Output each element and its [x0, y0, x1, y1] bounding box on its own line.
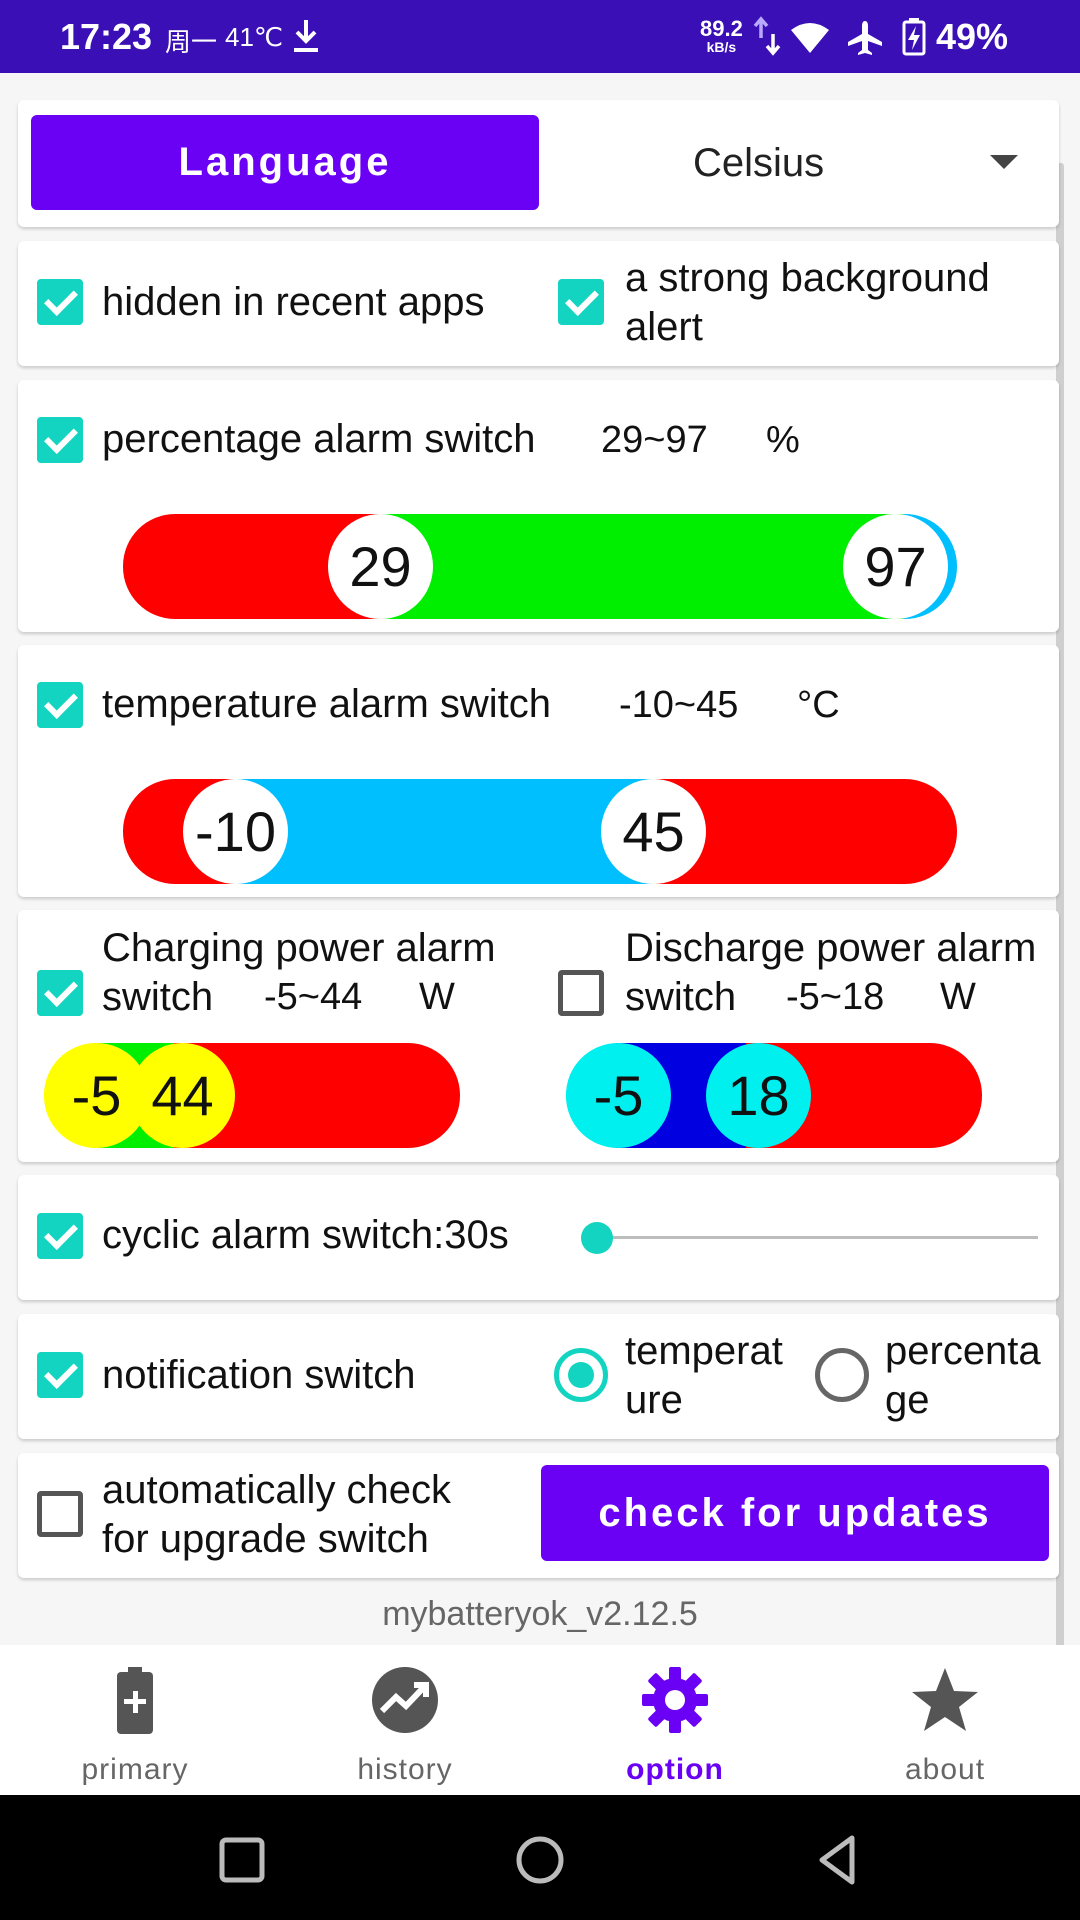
temperature-alarm-unit: °C — [797, 684, 840, 726]
recents-square-icon[interactable] — [212, 1830, 272, 1890]
charging-alarm-checkbox[interactable] — [37, 970, 83, 1016]
temperature-range-slider[interactable]: -10 45 — [123, 779, 957, 884]
gear-icon — [642, 1667, 708, 1733]
percentage-range-slider[interactable]: 29 97 — [123, 514, 957, 619]
star-icon — [912, 1668, 978, 1731]
wifi-icon — [791, 23, 829, 53]
version-label: mybatteryok_v2.12.5 — [382, 1595, 698, 1633]
charging-alarm-range: -5~44 — [264, 976, 363, 1018]
status-temperature: 41℃ — [225, 22, 284, 52]
nav-option[interactable]: option — [540, 1645, 810, 1795]
discharge-alarm-unit: W — [940, 976, 976, 1018]
chevron-down-icon — [990, 155, 1018, 169]
nav-about[interactable]: about — [810, 1645, 1080, 1795]
charging-alarm-label-line2: switch — [102, 975, 214, 1019]
discharge-high-knob[interactable]: 18 — [706, 1043, 811, 1148]
settings-content[interactable]: Language Celsius hidden in recent apps a… — [0, 73, 1080, 1703]
percentage-alarm-checkbox[interactable] — [37, 417, 83, 463]
status-bar: 17:23 周一 41℃ 89.2 kB/s 49% — [0, 0, 1080, 73]
temperature-alarm-checkbox[interactable] — [37, 682, 83, 728]
percentage-alarm-range: 29~97 — [601, 419, 708, 461]
nav-primary[interactable]: primary — [0, 1645, 270, 1795]
slider-mid-segment — [233, 779, 653, 884]
auto-check-label-line1: automatically check — [102, 1468, 452, 1512]
discharge-alarm-label-line2: switch — [625, 975, 737, 1019]
discharge-low-knob[interactable]: -5 — [566, 1043, 671, 1148]
discharge-alarm-label-line1: Discharge power alarm — [625, 926, 1037, 970]
charging-range-slider[interactable]: -5 44 — [44, 1043, 460, 1148]
language-button[interactable]: Language — [31, 115, 539, 210]
percentage-high-knob[interactable]: 97 — [843, 514, 948, 619]
percentage-alarm-label: percentage alarm switch — [102, 417, 536, 461]
auto-check-checkbox[interactable] — [37, 1491, 83, 1537]
percentage-alarm-unit: % — [766, 419, 800, 461]
charging-alarm-label-line1: Charging power alarm — [102, 926, 496, 970]
percentage-low-knob[interactable]: 29 — [328, 514, 433, 619]
discharge-alarm-checkbox[interactable] — [558, 970, 604, 1016]
cyclic-alarm-label: cyclic alarm switch:30s — [102, 1213, 509, 1257]
back-triangle-icon[interactable] — [808, 1830, 868, 1890]
nav-history[interactable]: history — [270, 1645, 540, 1795]
slider-mid-segment — [383, 514, 903, 619]
auto-check-label-line2: for upgrade switch — [102, 1517, 429, 1561]
temperature-high-knob[interactable]: 45 — [601, 779, 706, 884]
status-time: 17:23 — [60, 16, 153, 57]
cyclic-alarm-checkbox[interactable] — [37, 1213, 83, 1259]
cyclic-interval-thumb[interactable] — [581, 1222, 613, 1254]
charging-high-knob[interactable]: 44 — [130, 1043, 235, 1148]
home-circle-icon[interactable] — [510, 1830, 570, 1890]
radio-percentage-label-line1: percenta — [885, 1329, 1041, 1373]
net-speed: 89.2 kB/s — [700, 16, 743, 55]
temperature-alarm-label: temperature alarm switch — [102, 682, 552, 726]
temperature-unit-dropdown[interactable]: Celsius — [558, 115, 1048, 210]
strong-bg-alert-checkbox[interactable] — [558, 279, 604, 325]
trending-up-icon — [372, 1667, 438, 1733]
radio-temperature-label-line2: ure — [625, 1378, 683, 1422]
notification-checkbox[interactable] — [37, 1352, 83, 1398]
temperature-unit-value: Celsius — [693, 141, 825, 185]
radio-percentage[interactable] — [815, 1348, 869, 1402]
strong-bg-alert-label-line2: alert — [625, 305, 703, 349]
strong-bg-alert-label-line1: a strong background — [625, 256, 990, 300]
radio-temperature[interactable] — [554, 1348, 608, 1402]
cyclic-alarm-card: cyclic alarm switch:30s — [18, 1175, 1059, 1300]
battery-charging-icon — [902, 18, 926, 56]
data-arrows-icon — [753, 16, 781, 56]
notification-card: notification switch temperat ure percent… — [18, 1314, 1059, 1439]
system-navigation-bar — [0, 1795, 1080, 1920]
notification-label: notification switch — [102, 1353, 416, 1397]
visibility-card: hidden in recent apps a strong backgroun… — [18, 241, 1059, 366]
charging-alarm-unit: W — [419, 976, 455, 1018]
updates-card: automatically check for upgrade switch c… — [18, 1453, 1059, 1578]
airplane-icon — [848, 21, 882, 55]
percentage-alarm-card: percentage alarm switch 29~97 % 29 97 — [18, 380, 1059, 632]
cyclic-interval-seekbar[interactable] — [598, 1236, 1038, 1239]
radio-percentage-label-line2: ge — [885, 1378, 930, 1422]
status-date: 周一 — [165, 27, 218, 57]
discharge-range-slider[interactable]: -5 18 — [566, 1043, 982, 1148]
check-for-updates-button[interactable]: check for updates — [541, 1465, 1049, 1561]
temperature-alarm-card: temperature alarm switch -10~45 °C -10 4… — [18, 645, 1059, 897]
hidden-recent-label: hidden in recent apps — [102, 280, 485, 324]
battery-percent: 49% — [936, 16, 1009, 57]
power-alarm-card: Charging power alarm switch -5~44 W Disc… — [18, 910, 1059, 1162]
hidden-recent-checkbox[interactable] — [37, 279, 83, 325]
language-card: Language Celsius — [18, 100, 1059, 227]
temperature-alarm-range: -10~45 — [619, 684, 739, 726]
download-icon — [294, 20, 318, 52]
temperature-low-knob[interactable]: -10 — [183, 779, 288, 884]
radio-temperature-label-line1: temperat — [625, 1329, 783, 1373]
bottom-navigation: primary history option about — [0, 1645, 1080, 1795]
discharge-alarm-range: -5~18 — [786, 976, 885, 1018]
battery-plus-icon — [117, 1667, 153, 1734]
